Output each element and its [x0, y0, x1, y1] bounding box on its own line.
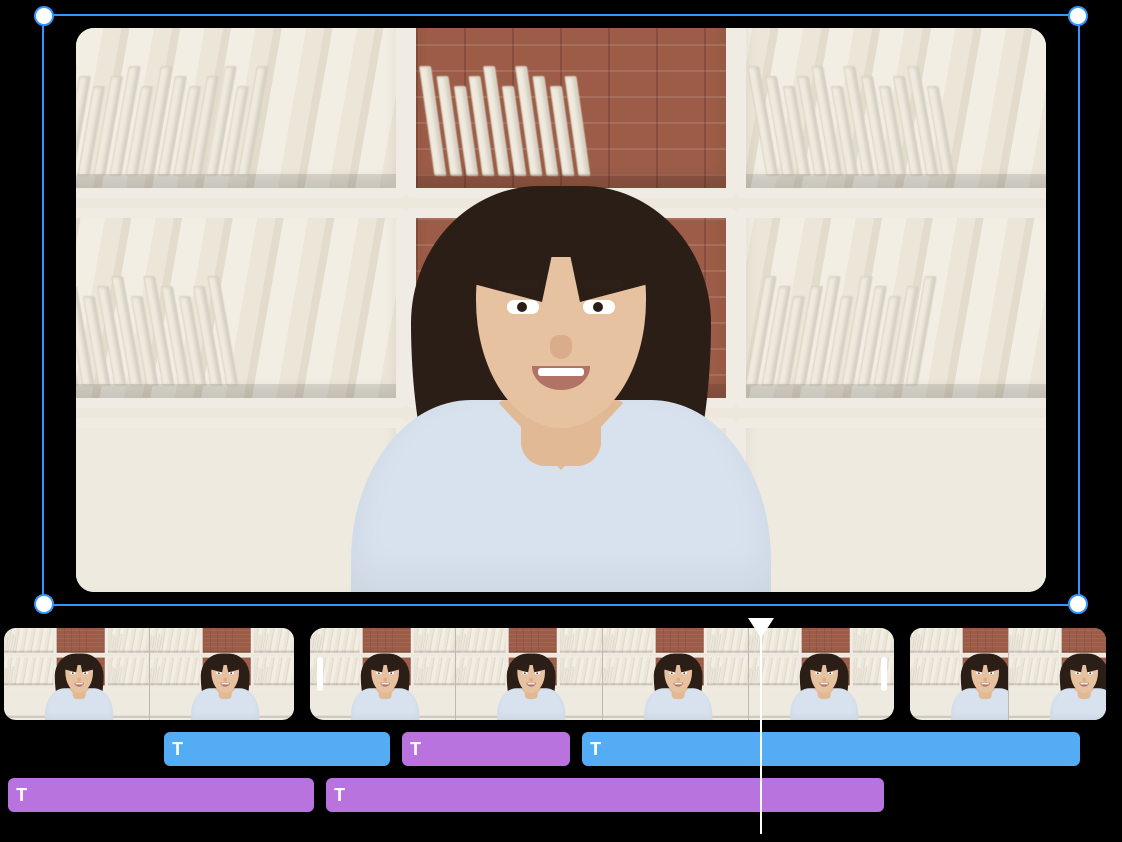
- track-segment[interactable]: T: [164, 732, 390, 766]
- text-icon: T: [172, 739, 183, 760]
- track-segment[interactable]: T: [582, 732, 1080, 766]
- video-preview[interactable]: [76, 28, 1046, 592]
- track-segment[interactable]: T: [402, 732, 570, 766]
- text-icon: T: [334, 785, 345, 806]
- timeline-tracks[interactable]: T T T T T: [0, 732, 1122, 824]
- text-icon: T: [410, 739, 421, 760]
- resize-handle-bottom-left[interactable]: [34, 594, 54, 614]
- track-row[interactable]: T T: [4, 778, 1118, 812]
- resize-handle-top-right[interactable]: [1068, 6, 1088, 26]
- resize-handle-top-left[interactable]: [34, 6, 54, 26]
- track-segment[interactable]: T: [326, 778, 884, 812]
- timeline-clip[interactable]: [4, 628, 294, 720]
- text-icon: T: [590, 739, 601, 760]
- timeline-clip-selected[interactable]: [310, 628, 894, 720]
- video-frame-content: [76, 28, 1046, 592]
- preview-selection-box[interactable]: [42, 14, 1080, 606]
- clip-trim-handle-right[interactable]: [881, 657, 887, 691]
- track-row[interactable]: T T T: [4, 732, 1118, 766]
- resize-handle-bottom-right[interactable]: [1068, 594, 1088, 614]
- clip-trim-handle-left[interactable]: [317, 657, 323, 691]
- text-icon: T: [16, 785, 27, 806]
- timeline-clip[interactable]: [910, 628, 1106, 720]
- track-segment[interactable]: T: [8, 778, 314, 812]
- playhead[interactable]: [760, 618, 762, 834]
- timeline-clip-row[interactable]: [0, 628, 1122, 720]
